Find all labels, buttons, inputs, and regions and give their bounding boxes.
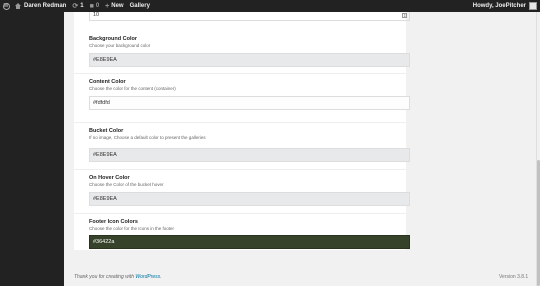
footer-thanks-suffix: .: [160, 274, 162, 280]
field-title: Footer Icon Colors: [89, 219, 138, 225]
settings-panel: 10 ⇕ Background Color Choose your backgr…: [74, 12, 410, 250]
gallery-label: Gallery: [129, 3, 150, 9]
field-description: Choose your background color: [89, 43, 151, 48]
wordpress-menu[interactable]: W: [0, 0, 12, 12]
updates-menu[interactable]: ⟳ 1: [69, 0, 86, 12]
site-name: Daren Redman: [24, 3, 67, 9]
field-title: Content Color: [89, 79, 126, 85]
new-content-menu[interactable]: + New: [102, 0, 126, 12]
admin-bar: W Daren Redman ⟳ 1 ■ 0 + New Gallery How…: [0, 0, 540, 12]
bucket-color-input[interactable]: #E8E9EA: [89, 148, 410, 162]
account-menu[interactable]: Howdy, JoePitcher: [470, 0, 540, 12]
comment-icon: ■: [89, 2, 94, 10]
field-title: Bucket Color: [89, 128, 124, 134]
field-description: Choose the color for the content (contai…: [89, 86, 176, 91]
comments-count: 0: [95, 3, 100, 9]
spinner-icon[interactable]: ⇕: [402, 13, 407, 18]
field-description: Choose the Color of the bucket hover: [89, 182, 164, 187]
plus-icon: +: [105, 2, 110, 10]
footer-icon-colors-field: Footer Icon Colors Choose the color for …: [74, 214, 410, 250]
wordpress-link[interactable]: WordPress: [135, 274, 160, 280]
updates-icon: ⟳: [72, 3, 79, 10]
admin-sidebar: [0, 12, 64, 286]
number-input-value: 10: [93, 12, 100, 18]
background-color-field: Background Color Choose your background …: [74, 30, 410, 74]
background-color-input[interactable]: #E8E9EA: [89, 53, 410, 67]
home-icon: [15, 3, 21, 9]
gallery-menu[interactable]: Gallery: [127, 0, 153, 12]
field-title: Background Color: [89, 36, 137, 42]
page-scrollbar[interactable]: [536, 12, 540, 286]
version-label: Version 3.8.1: [499, 274, 529, 280]
number-input[interactable]: 10 ⇕: [89, 12, 410, 21]
footer-icon-colors-input[interactable]: #36422a: [89, 235, 410, 249]
on-hover-color-field: On Hover Color Choose the Color of the b…: [74, 170, 410, 214]
footer-thanks: Thank you for creating with WordPress.: [74, 274, 162, 280]
updates-count: 1: [80, 3, 84, 9]
field-description: Choose the color for the Icons in the fo…: [89, 226, 175, 231]
comments-menu[interactable]: ■ 0: [87, 0, 103, 12]
bucket-color-field: Bucket Color If no image, Choose a defau…: [74, 123, 410, 170]
avatar: [529, 2, 537, 10]
field-description: If no image, Choose a default color to p…: [89, 135, 206, 140]
content-color-field: Content Color Choose the color for the c…: [74, 74, 410, 123]
footer-thanks-prefix: Thank you for creating with: [74, 274, 136, 280]
content-color-input[interactable]: #fdfdfd: [89, 96, 410, 110]
site-name-menu[interactable]: Daren Redman: [12, 0, 69, 12]
main-content: 10 ⇕ Background Color Choose your backgr…: [64, 12, 540, 286]
new-label: New: [111, 3, 124, 9]
wordpress-logo-icon: W: [2, 2, 10, 10]
howdy-label: Howdy, JoePitcher: [472, 3, 526, 9]
field-title: On Hover Color: [89, 175, 130, 181]
on-hover-color-input[interactable]: #E8E9EA: [89, 192, 410, 206]
